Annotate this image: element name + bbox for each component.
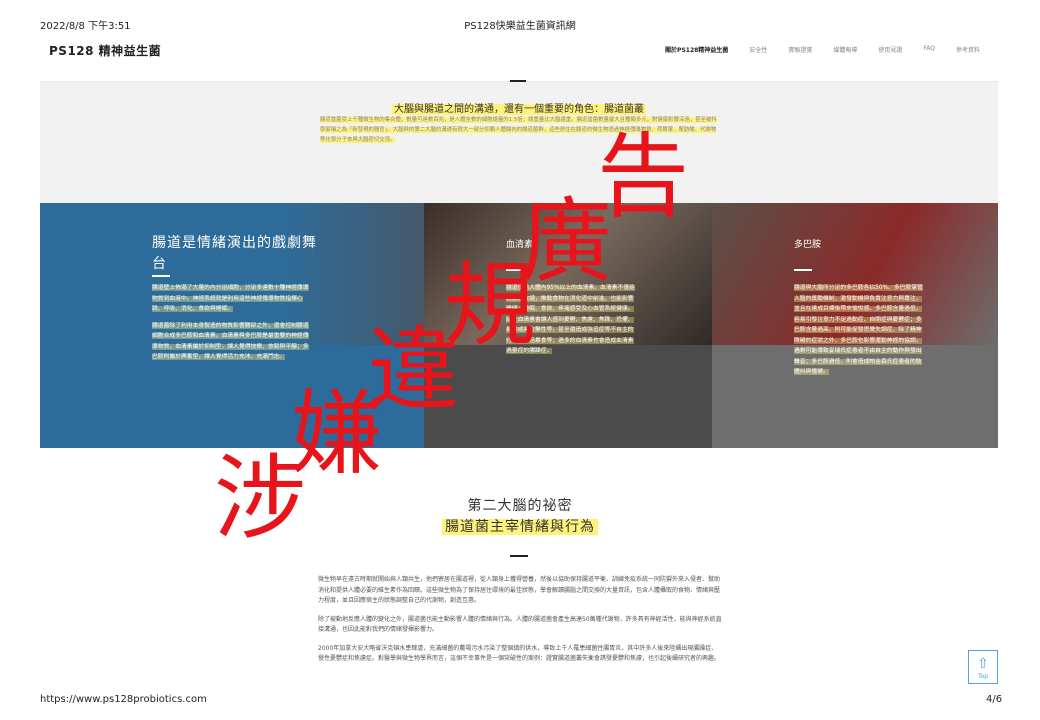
intro-section: 大腦與腸道之間的溝通，還有一個重要的角色：腸道菌叢 腸道當菌受上千種微生物的集合… [40,82,998,204]
arrow-up-icon: ⇧ [977,656,989,672]
section-title: 第二大腦的祕密 [467,498,573,514]
panel-dopamine: 多巴胺 腸道與大腦所分泌的多巴胺各佔50%。多巴胺掌管人腦的獎勵機制，激發動機與… [712,203,998,448]
menu-item-references[interactable]: 參考資料 [956,45,980,54]
panel-body: 腸道與大腦所分泌的多巴胺各佔50%。多巴胺掌管人腦的獎勵機制，激發動機與負責注意… [794,283,926,384]
section-subtitle: 腸道菌主宰情緒與行為 [0,516,1040,536]
panel-paragraph: 腸道壁上佈滿了大量的內分泌細胞，分泌多達數十種神經傳導物質到血液中。神經系統就是… [152,285,309,312]
back-to-top-button[interactable]: ⇧ Top [968,650,998,684]
print-page-title: PS128快樂益生菌資訊網 [464,21,576,32]
panel-divider [794,269,812,271]
feature-panels: 腸道是情緒演出的戲劇舞台 腸道壁上佈滿了大量的內分泌細胞，分泌多達數十種神經傳導… [40,203,998,448]
article-paragraph: 除了被動地反應人體的變化之外，腸道菌也能主動影響人體的情緒與行為。人體的腸道菌會… [318,615,722,634]
menu-item-about[interactable]: 關於PS128精神益生菌 [665,45,728,54]
menu-item-faq[interactable]: FAQ [923,45,935,54]
panel-divider [506,269,524,271]
intro-body: 腸道當菌受上千種微生物的集合體，數量可達數百兆，是人體全數的細胞總量的1.5倍，… [320,117,717,143]
print-footer: https://www.ps128probiotics.com 4/6 [0,692,1040,712]
panel-paragraph: 腸道與大腦所分泌的多巴胺各佔50%。多巴胺掌管人腦的獎勵機制，激發動機與負責注意… [794,285,923,375]
print-url: https://www.ps128probiotics.com [40,694,207,705]
panel-title: 血清素 [506,240,534,250]
section-divider [510,555,528,557]
panel-gut-stage: 腸道是情緒演出的戲劇舞台 腸道壁上佈滿了大量的內分泌細胞，分泌多達數十種神經傳導… [40,203,424,448]
menu-item-media[interactable]: 媒體報導 [833,45,857,54]
site-navbar: PS128 精神益生菌 關於PS128精神益生菌 安全性 實驗證實 媒體報導 使… [40,34,998,82]
back-to-top-label: Top [977,673,989,680]
panel-paragraph: 腸道供給人體內95%以上的血清素。血清素不僅能讓腸道收縮，推動食物在消化道中前進… [506,285,635,354]
print-page-number: 4/6 [986,694,1003,705]
panel-title: 腸道是情緒演出的戲劇舞台 [152,235,317,272]
site-brand-logo[interactable]: PS128 精神益生菌 [49,42,161,59]
menu-item-testimonials[interactable]: 使用見證 [878,45,902,54]
panel-title: 多巴胺 [794,240,822,250]
print-header: 2022/8/8 下午3:51 PS128快樂益生菌資訊網 [0,0,1040,34]
menu-item-experiments[interactable]: 實驗證實 [788,45,812,54]
main-menu: 關於PS128精神益生菌 安全性 實驗證實 媒體報導 使用見證 FAQ 參考資料 [665,45,980,54]
panel-divider [152,275,170,277]
panel-serotonin: 血清素 腸道供給人體內95%以上的血清素。血清素不僅能讓腸道收縮，推動食物在消化… [424,203,712,448]
panel-body: 腸道壁上佈滿了大量的內分泌細胞，分泌多達數十種神經傳導物質到血液中。神經系統就是… [152,283,314,369]
panel-paragraph: 腸道菌除了利用本身製造的物質影響腸部之外，還會控制腸道細胞合成多巴胺和血清素。血… [152,322,309,360]
panel-body: 腸道供給人體內95%以上的血清素。血清素不僅能讓腸道收縮，推動食物在消化道中前進… [506,283,636,363]
article-body: 微生物早在遠古時期就開始與人類共生，他們寄居在腸道裡，從人類身上獲得營養，然後以… [318,575,722,673]
menu-item-safety[interactable]: 安全性 [749,45,767,54]
article-paragraph: 2000年加拿大安大略省沃克頓水患肆虐，充滿細菌的農場污水污染了整個鎮的供水，導… [318,644,721,663]
article-paragraph: 微生物早在遠古時期就開始與人類共生，他們寄居在腸道裡，從人類身上獲得營養，然後以… [318,576,721,604]
intro-heading: 大腦與腸道之間的溝通，還有一個重要的角色：腸道菌叢 [392,104,646,115]
